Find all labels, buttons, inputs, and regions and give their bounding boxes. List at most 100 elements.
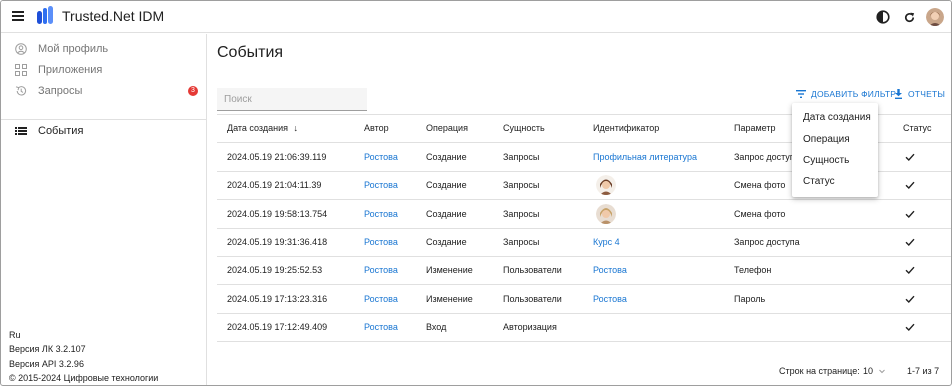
list-icon [14,125,27,138]
filter-icon [796,90,806,98]
sidebar-item-label: Мой профиль [38,43,109,55]
cell-operation: Изменение [426,294,473,304]
cell-identifier-link[interactable]: Ростова [593,294,627,304]
status-check-icon [905,238,915,247]
row-divider [217,341,951,342]
cell-entity: Запросы [503,209,540,219]
cell-entity: Пользователи [503,294,562,304]
cell-operation: Создание [426,237,467,247]
search-field[interactable] [217,88,367,111]
sidebar-item-requests[interactable]: Запросы 3 [1,81,207,101]
cell-author-link[interactable]: Ростова [364,209,398,219]
cell-date: 2024.05.19 19:58:13.754 [227,209,328,219]
cell-date: 2024.05.19 19:31:36.418 [227,237,328,247]
column-header-status[interactable]: Статус [903,114,931,142]
theme-toggle-icon[interactable] [873,7,893,27]
user-avatar[interactable] [925,7,945,27]
cell-parameter: Пароль [734,294,766,304]
cell-operation: Изменение [426,265,473,275]
cell-operation: Создание [426,180,467,190]
app-bar: Trusted.Net IDM [1,1,951,33]
status-check-icon [905,266,915,275]
sidebar-item-label: События [38,125,84,137]
cell-parameter: Запрос доступа [734,152,800,162]
cell-parameter: Смена фото [734,180,786,190]
column-header-author[interactable]: Автор [364,114,389,142]
cell-entity: Запросы [503,152,540,162]
identifier-photo[interactable] [596,175,616,195]
sidebar-item-profile[interactable]: Мой профиль [1,39,207,59]
filter-menu: Дата создания Операция Сущность Статус [792,103,878,197]
cell-date: 2024.05.19 21:06:39.119 [227,152,327,162]
cell-entity: Запросы [503,237,540,247]
column-header-identifier[interactable]: Идентификатор [593,114,659,142]
apps-grid-icon [14,64,27,77]
cell-date: 2024.05.19 19:25:52.53 [227,265,323,275]
sort-arrow-icon: ↓ [293,123,299,133]
filter-menu-item-date[interactable]: Дата создания [803,112,871,123]
refresh-icon[interactable] [899,7,919,27]
cell-operation: Вход [426,322,447,332]
cell-operation: Создание [426,152,467,162]
download-icon [895,89,902,99]
add-filter-label: ДОБАВИТЬ ФИЛЬТР [811,89,897,99]
sidebar-item-label: Приложения [38,64,103,76]
cell-author-link[interactable]: Ростова [364,152,398,162]
column-header-operation[interactable]: Операция [426,114,468,142]
lk-version: Версия ЛК 3.2.107 [9,344,86,354]
cell-author-link[interactable]: Ростова [364,180,398,190]
sidebar-item-label: Запросы [38,85,83,97]
app-window: Trusted.Net IDM Мой профиль Приложения З… [0,0,952,386]
logo-icon [37,6,53,24]
cell-entity: Запросы [503,180,540,190]
cell-author-link[interactable]: Ростова [364,237,398,247]
page-title: События [217,44,284,61]
rows-per-page-label: Строк на странице: [779,366,860,376]
api-version: Версия API 3.2.96 [9,359,84,369]
cell-identifier-link[interactable]: Ростова [593,265,627,275]
status-check-icon [905,181,915,190]
filter-menu-item-entity[interactable]: Сущность [803,155,849,166]
cell-entity: Пользователи [503,265,562,275]
cell-date: 2024.05.19 17:12:49.409 [227,322,328,332]
sidebar: Мой профиль Приложения Запросы 3 События… [1,34,207,385]
sidebar-divider [1,119,207,120]
column-header-entity[interactable]: Сущность [503,114,545,142]
cell-parameter: Запрос доступа [734,237,800,247]
copyright: © 2015-2024 Цифровые технологии [9,373,159,383]
status-check-icon [905,210,915,219]
cell-entity: Авторизация [503,322,557,332]
chevron-down-icon [879,369,885,374]
table-row[interactable] [217,256,951,284]
add-filter-button[interactable]: ДОБАВИТЬ ФИЛЬТР [796,87,896,101]
cell-author-link[interactable]: Ростова [364,265,398,275]
search-input[interactable] [217,88,367,110]
sidebar-item-apps[interactable]: Приложения [1,60,207,80]
rows-per-page-value: 10 [863,366,874,376]
cell-identifier-link[interactable]: Профильная литература [593,152,697,162]
top-actions [867,7,945,27]
reports-label: ОТЧЕТЫ [908,89,946,99]
column-header-parameter[interactable]: Параметр [734,114,776,142]
cell-date: 2024.05.19 21:04:11.39 [227,180,322,190]
language-switch[interactable]: Ru [9,330,21,340]
cell-parameter: Смена фото [734,209,786,219]
app-title: Trusted.Net IDM [62,8,165,24]
sidebar-item-events[interactable]: События [1,121,207,141]
reports-button[interactable]: ОТЧЕТЫ [894,87,945,101]
rows-per-page-select[interactable]: 10 [863,364,887,378]
cell-author-link[interactable]: Ростова [364,322,398,332]
column-header-date[interactable]: Дата создания ↓ [227,114,298,142]
filter-menu-item-status[interactable]: Статус [803,176,835,187]
filter-menu-item-operation[interactable]: Операция [803,134,850,145]
pagination-range: 1-7 из 7 [907,366,940,376]
identifier-photo[interactable] [596,204,616,224]
status-check-icon [905,323,915,332]
cell-author-link[interactable]: Ростова [364,294,398,304]
cell-identifier-link[interactable]: Курс 4 [593,237,620,247]
cell-date: 2024.05.19 17:13:23.316 [227,294,328,304]
menu-icon[interactable] [12,11,24,21]
status-check-icon [905,153,915,162]
account-circle-icon [14,43,27,56]
cell-parameter: Телефон [734,265,772,275]
